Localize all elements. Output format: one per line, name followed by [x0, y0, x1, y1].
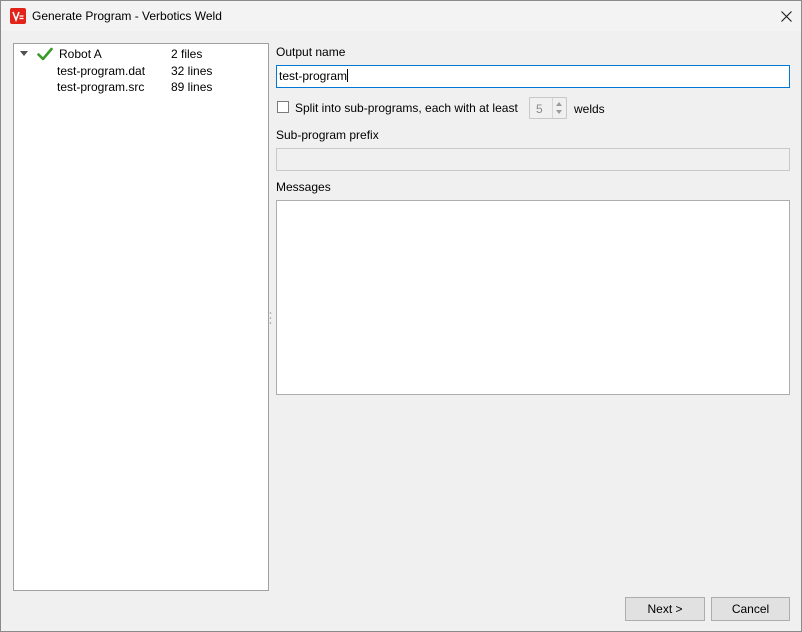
- output-name-value: test-program: [279, 69, 348, 83]
- prefix-label: Sub-program prefix: [276, 128, 379, 142]
- program-files-tree[interactable]: Robot A 2 files test-program.dat 32 line…: [13, 43, 269, 591]
- tree-item-file[interactable]: test-program.dat 32 lines: [14, 63, 266, 79]
- weld-count-spinbox[interactable]: 5: [529, 97, 567, 119]
- close-icon: [780, 10, 792, 22]
- output-name-label: Output name: [276, 45, 346, 59]
- spin-down-icon[interactable]: [556, 110, 562, 114]
- file-line-count: 89 lines: [171, 80, 213, 94]
- spin-up-icon[interactable]: [556, 102, 562, 106]
- window-title: Generate Program - Verbotics Weld: [32, 9, 222, 23]
- green-check-icon: [37, 47, 53, 61]
- prefix-input[interactable]: [276, 148, 790, 171]
- expand-arrow-icon[interactable]: [20, 51, 28, 56]
- tree-item-file[interactable]: test-program.src 89 lines: [14, 79, 266, 95]
- split-subprograms-label[interactable]: Split into sub-programs, each with at le…: [295, 101, 518, 115]
- splitter-handle[interactable]: [269, 311, 272, 325]
- weld-count-value: 5: [536, 102, 543, 116]
- title-bar: Generate Program - Verbotics Weld: [1, 1, 801, 31]
- cancel-button[interactable]: Cancel: [711, 597, 790, 621]
- verbotics-logo-icon: [10, 8, 26, 24]
- generate-program-dialog: Generate Program - Verbotics Weld Robot …: [0, 0, 802, 632]
- messages-box[interactable]: [276, 200, 790, 395]
- file-line-count: 32 lines: [171, 64, 213, 78]
- split-subprograms-checkbox[interactable]: [277, 101, 289, 113]
- close-button[interactable]: [771, 1, 801, 31]
- output-name-input[interactable]: test-program: [276, 65, 790, 88]
- robot-name: Robot A: [59, 47, 102, 61]
- spin-buttons: [552, 98, 566, 118]
- file-name: test-program.dat: [57, 64, 146, 78]
- tree-item-robot[interactable]: Robot A 2 files: [14, 46, 266, 62]
- text-caret: [347, 69, 349, 82]
- robot-file-count: 2 files: [171, 47, 203, 61]
- next-button[interactable]: Next >: [625, 597, 705, 621]
- file-name: test-program.src: [57, 80, 145, 94]
- messages-label: Messages: [276, 180, 331, 194]
- welds-unit-label: welds: [574, 102, 605, 116]
